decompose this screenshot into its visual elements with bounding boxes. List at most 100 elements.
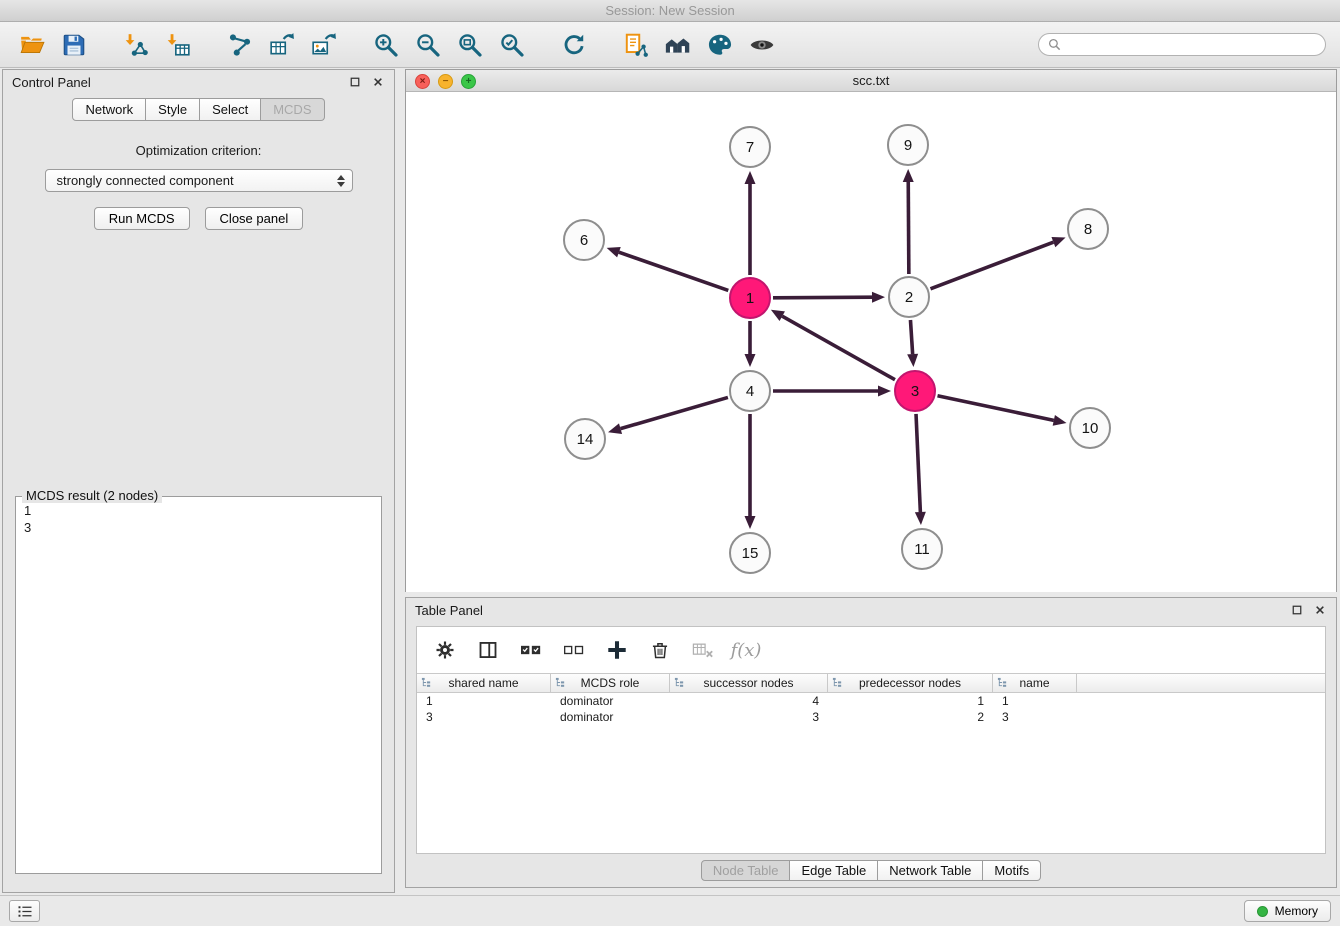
graph-node-6[interactable]: 6 — [563, 219, 605, 261]
deselect-all-button[interactable] — [560, 636, 588, 664]
graph-node-15[interactable]: 15 — [729, 532, 771, 574]
graph-node-2[interactable]: 2 — [888, 276, 930, 318]
tab-edge-table[interactable]: Edge Table — [790, 860, 878, 881]
zoom-selected-button[interactable] — [494, 27, 530, 63]
table-cell: dominator — [551, 693, 670, 709]
tab-network-table[interactable]: Network Table — [878, 860, 983, 881]
delete-column-button[interactable] — [646, 636, 674, 664]
save-session-button[interactable] — [56, 27, 92, 63]
table-cell: 2 — [828, 709, 993, 725]
mcds-result-line: 1 — [24, 502, 373, 519]
table-row-0[interactable]: 1dominator411 — [417, 693, 1325, 709]
import-network-button[interactable] — [118, 27, 154, 63]
column-header-MCDS-role[interactable]: MCDS role — [551, 674, 670, 692]
delete-table-button[interactable] — [689, 636, 717, 664]
toolbar-group — [556, 27, 592, 63]
export-image-button[interactable] — [306, 27, 342, 63]
table-row-1[interactable]: 3dominator323 — [417, 709, 1325, 725]
function-builder-button[interactable]: f(x) — [732, 636, 760, 664]
import-table-button[interactable] — [160, 27, 196, 63]
search-input[interactable] — [1067, 37, 1316, 53]
mcds-result-line: 3 — [24, 519, 373, 536]
criterion-select[interactable]: strongly connected component — [45, 169, 353, 192]
tab-mcds[interactable]: MCDS — [261, 98, 324, 121]
share-document-button[interactable] — [618, 27, 654, 63]
tab-motifs[interactable]: Motifs — [983, 860, 1041, 881]
tab-style[interactable]: Style — [146, 98, 200, 121]
eye-icon — [749, 32, 775, 58]
float-panel-icon[interactable] — [347, 75, 362, 90]
close-panel-icon[interactable] — [1312, 603, 1327, 618]
task-list-icon — [17, 905, 33, 918]
zoom-in-button[interactable] — [368, 27, 404, 63]
settings-gear-button[interactable] — [431, 636, 459, 664]
select-all-button[interactable] — [517, 636, 545, 664]
tab-network[interactable]: Network — [72, 98, 146, 121]
column-header-name[interactable]: name — [993, 674, 1077, 692]
network-window: scc.txt 7968124314101511 — [405, 69, 1337, 592]
graph-node-4[interactable]: 4 — [729, 370, 771, 412]
home-button[interactable] — [660, 27, 696, 63]
eye-button[interactable] — [744, 27, 780, 63]
export-network-button[interactable] — [222, 27, 258, 63]
run-mcds-button[interactable]: Run MCDS — [94, 207, 190, 230]
graph-node-1[interactable]: 1 — [729, 277, 771, 319]
close-panel-button[interactable]: Close panel — [205, 207, 304, 230]
close-window-icon[interactable] — [415, 74, 430, 89]
window-title: Session: New Session — [605, 3, 734, 18]
graph-node-7[interactable]: 7 — [729, 126, 771, 168]
add-column-button[interactable] — [603, 636, 631, 664]
toolbar-group — [118, 27, 196, 63]
column-edit-icon — [674, 677, 685, 688]
graph-node-8[interactable]: 8 — [1067, 208, 1109, 250]
tab-select[interactable]: Select — [200, 98, 261, 121]
add-column-icon — [606, 639, 628, 661]
column-header-predecessor-nodes[interactable]: predecessor nodes — [828, 674, 993, 692]
main-toolbar-icons — [14, 27, 806, 63]
graph-node-3[interactable]: 3 — [894, 370, 936, 412]
split-panel-icon — [478, 640, 498, 660]
column-header-successor-nodes[interactable]: successor nodes — [670, 674, 828, 692]
minimize-window-icon[interactable] — [438, 74, 453, 89]
graph-node-14[interactable]: 14 — [564, 418, 606, 460]
zoom-fit-icon — [457, 32, 483, 58]
graph-node-9[interactable]: 9 — [887, 124, 929, 166]
control-panel-tabs: NetworkStyleSelectMCDS — [3, 98, 394, 121]
task-history-button[interactable] — [9, 900, 40, 922]
table-cell: 1 — [417, 693, 551, 709]
toolbar-group — [618, 27, 780, 63]
zoom-window-icon[interactable] — [461, 74, 476, 89]
memory-button[interactable]: Memory — [1244, 900, 1331, 922]
delete-column-icon — [650, 640, 670, 660]
export-table-button[interactable] — [264, 27, 300, 63]
graph-node-10[interactable]: 10 — [1069, 407, 1111, 449]
float-panel-icon[interactable] — [1289, 603, 1304, 618]
table-tabs: Node TableEdge TableNetwork TableMotifs — [406, 860, 1336, 881]
tab-node-table[interactable]: Node Table — [701, 860, 791, 881]
mcds-result-box: MCDS result (2 nodes) 13 — [15, 496, 382, 874]
column-header-label: name — [1019, 676, 1049, 690]
zoom-fit-button[interactable] — [452, 27, 488, 63]
refresh-network-button[interactable] — [556, 27, 592, 63]
control-panel-header: Control Panel — [3, 70, 394, 94]
zoom-out-button[interactable] — [410, 27, 446, 63]
network-canvas[interactable]: 7 9 6 8 1 2 4 3 14 10 15 11 — [406, 92, 1336, 592]
column-edit-icon — [555, 677, 566, 688]
table-cell: 1 — [993, 693, 1077, 709]
node-layer: 7 9 6 8 1 2 4 3 14 10 15 11 — [406, 92, 1336, 592]
search-box[interactable] — [1038, 33, 1326, 56]
column-edit-icon — [997, 677, 1008, 688]
table-body: 1dominator4113dominator323 — [417, 693, 1325, 725]
style-palette-button[interactable] — [702, 27, 738, 63]
function-builder-icon: f(x) — [731, 640, 762, 661]
close-panel-icon[interactable] — [370, 75, 385, 90]
open-session-icon — [19, 32, 45, 58]
graph-node-11[interactable]: 11 — [901, 528, 943, 570]
table-cell: 4 — [670, 693, 828, 709]
mcds-result-values: 13 — [16, 497, 381, 541]
column-header-shared-name[interactable]: shared name — [417, 674, 551, 692]
split-panel-button[interactable] — [474, 636, 502, 664]
table-panel-title: Table Panel — [415, 603, 483, 618]
open-session-button[interactable] — [14, 27, 50, 63]
export-network-icon — [227, 32, 253, 58]
